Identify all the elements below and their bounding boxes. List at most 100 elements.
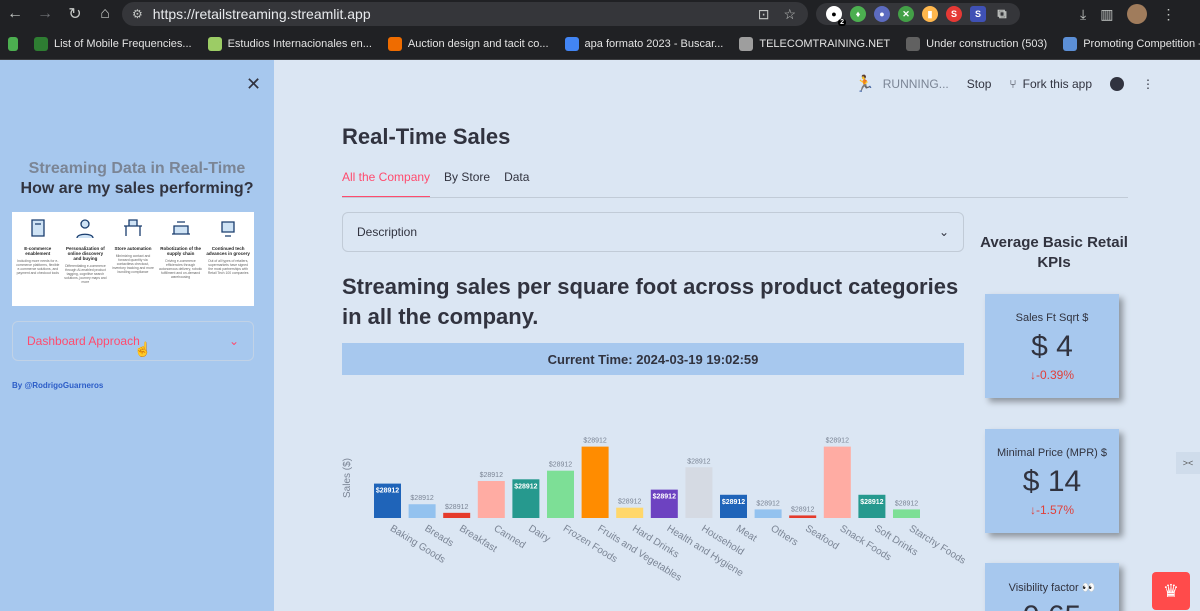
bookmark-label: TELECOMTRAINING.NET xyxy=(759,37,891,50)
dashboard-approach-expander[interactable]: Dashboard Approach ⌄ xyxy=(12,321,254,361)
bookmark-label: Promoting Competition -... xyxy=(1083,37,1200,50)
infographic-heading: Robotization of the supply chain xyxy=(160,246,201,256)
page-title: Real-Time Sales xyxy=(342,124,511,149)
address-bar[interactable]: ⚙ https://retailstreaming.streamlit.app … xyxy=(122,2,808,26)
fork-label: Fork this app xyxy=(1022,77,1092,91)
bookmarks-bar: List of Mobile Frequencies... Estudios In… xyxy=(0,28,1200,60)
running-man-icon: 🏃 xyxy=(854,76,875,93)
chevron-down-icon: ⌄ xyxy=(938,225,949,239)
bar-data-label: $28912 xyxy=(860,499,883,506)
chart-bar[interactable] xyxy=(823,446,851,518)
streamlit-app: ✕ Streaming Data in Real-Time How are my… xyxy=(0,60,1200,611)
url-text[interactable]: https://retailstreaming.streamlit.app xyxy=(153,6,371,22)
kpi-label: Sales Ft Sqrt $ xyxy=(1015,312,1089,324)
infographic-item: E-commerce enablement Including more need… xyxy=(16,216,60,302)
tab-all-the-company[interactable]: All the Company xyxy=(342,170,431,198)
kpi-delta: ↓-1.57% xyxy=(1029,503,1075,517)
bar-data-label: $28912 xyxy=(895,500,918,507)
bookmark-item[interactable]: apa formato 2023 - Buscar... xyxy=(557,36,732,51)
infographic-icon xyxy=(221,221,235,237)
streamlit-badge[interactable]: ♛ xyxy=(1152,572,1190,610)
avatar[interactable] xyxy=(1127,4,1148,24)
extension-badge: 2 xyxy=(838,19,846,26)
bar-data-label: $28912 xyxy=(514,483,537,490)
extension-icon[interactable]: S xyxy=(970,6,986,22)
running-status: 🏃 RUNNING... xyxy=(855,74,949,94)
current-time-bar: Current Time: 2024-03-19 19:02:59 xyxy=(342,343,964,375)
kpi-delta-value: -1.57% xyxy=(1035,503,1075,517)
stop-button[interactable]: Stop xyxy=(967,77,992,91)
bookmark-item[interactable]: List of Mobile Frequencies... xyxy=(26,36,200,51)
description-expander[interactable]: Description ⌄ xyxy=(342,212,964,252)
extension-icon[interactable]: S xyxy=(946,6,962,22)
sidebar-subtitle: Streaming Data in Real-Time xyxy=(28,160,246,177)
menu-kebab-icon[interactable]: ⋮ xyxy=(1142,77,1154,91)
chart-bar[interactable] xyxy=(754,509,782,518)
bookmark-star-icon[interactable]: ☆ xyxy=(783,6,796,23)
extensions-puzzle-icon[interactable]: ⧉ xyxy=(994,6,1010,22)
menu-kebab-icon[interactable]: ⋮ xyxy=(1161,6,1175,23)
bookmark-item[interactable]: Estudios Internacionales en... xyxy=(200,36,380,51)
chart-bar[interactable] xyxy=(893,509,920,518)
bar-data-label: $28912 xyxy=(445,504,468,511)
extension-icon[interactable]: ● 2 xyxy=(826,6,846,26)
hand-cursor-icon: ☝ xyxy=(134,341,152,357)
bar-data-label: $28912 xyxy=(480,472,503,479)
infographic-item: Continued tech advances in grocery Out of… xyxy=(206,216,250,302)
extension-icon[interactable]: ✕ xyxy=(898,6,914,22)
forward-icon[interactable]: → xyxy=(30,0,60,28)
running-label: RUNNING... xyxy=(882,77,949,91)
kpi-title: Average Basic Retail KPIs xyxy=(980,234,1128,271)
bookmark-item[interactable]: Auction design and tacit co... xyxy=(380,36,557,51)
back-icon[interactable]: ← xyxy=(0,0,30,28)
chevron-down-icon: ⌄ xyxy=(228,334,239,348)
close-icon[interactable]: ✕ xyxy=(246,74,261,95)
chart-bar[interactable] xyxy=(685,467,713,518)
chart-headline: Streaming sales per square foot across p… xyxy=(342,274,959,329)
fork-button[interactable]: ⑂ Fork this app xyxy=(1009,77,1092,91)
tab-by-store[interactable]: By Store xyxy=(444,170,490,198)
github-icon[interactable] xyxy=(1110,77,1124,91)
chart-bar[interactable] xyxy=(789,515,817,518)
site-info-icon[interactable]: ⚙ xyxy=(132,7,143,21)
extension-icon[interactable]: ● xyxy=(874,6,890,22)
bookmark-label: Auction design and tacit co... xyxy=(407,37,549,50)
chart-bar[interactable] xyxy=(408,504,436,518)
bar-data-label: $28912 xyxy=(410,495,433,502)
bookmark-item[interactable]: Promoting Competition -... xyxy=(1055,36,1200,51)
chart-bar[interactable] xyxy=(547,470,574,518)
infographic-item: Personalization of online discovery and … xyxy=(63,216,107,302)
kpi-card-minimal-price: Minimal Price (MPR) $ $ 14 ↓-1.57% xyxy=(985,429,1119,533)
reload-icon[interactable]: ↻ xyxy=(60,0,90,28)
byline: By @RodrigoGuarneros xyxy=(12,381,104,390)
extensions-bar: ● 2 ♦ ● ✕ ▮ S S ⧉ xyxy=(816,3,1020,26)
tabs: All the Company By Store Data xyxy=(342,170,529,198)
kpi-value: $ 14 xyxy=(1022,465,1082,498)
install-app-icon[interactable]: ⊡ xyxy=(758,6,770,23)
tab-data[interactable]: Data xyxy=(504,170,529,198)
apps-grid-icon[interactable] xyxy=(0,36,26,51)
app-header: 🏃 RUNNING... Stop ⑂ Fork this app ⋮ xyxy=(855,74,1154,94)
bar-data-label: $28912 xyxy=(549,462,572,469)
infographic-icon xyxy=(76,219,95,239)
chart-bar[interactable] xyxy=(443,512,471,518)
expand-toggle[interactable]: >< xyxy=(1176,452,1200,474)
extension-icon[interactable]: ▮ xyxy=(922,6,938,22)
sidebar: ✕ Streaming Data in Real-Time How are my… xyxy=(0,60,274,611)
x-tick-label: Starchy Foods xyxy=(907,523,968,567)
chart-bar[interactable] xyxy=(581,446,609,518)
bookmark-favicon-icon xyxy=(34,36,48,51)
chart-svg: Sales ($) $28912Baking Goods$28912Breads$… xyxy=(342,438,968,584)
side-panel-icon[interactable]: ▥ xyxy=(1100,6,1113,23)
bookmark-favicon-icon xyxy=(564,36,579,51)
chart-bar[interactable] xyxy=(616,507,644,518)
bookmark-item[interactable]: TELECOMTRAINING.NET xyxy=(731,36,898,51)
bookmark-label: Estudios Internacionales en... xyxy=(227,37,372,50)
tab-divider xyxy=(342,197,1128,198)
map-pin-icon[interactable]: ♦ xyxy=(850,6,866,22)
download-icon[interactable]: ⤓ xyxy=(1080,6,1086,23)
bookmark-item[interactable]: Under construction (503) xyxy=(898,36,1055,51)
chart-bar[interactable] xyxy=(477,481,505,518)
home-icon[interactable]: ⌂ xyxy=(90,0,120,28)
main-area: 🏃 RUNNING... Stop ⑂ Fork this app ⋮ Real… xyxy=(274,60,1200,611)
